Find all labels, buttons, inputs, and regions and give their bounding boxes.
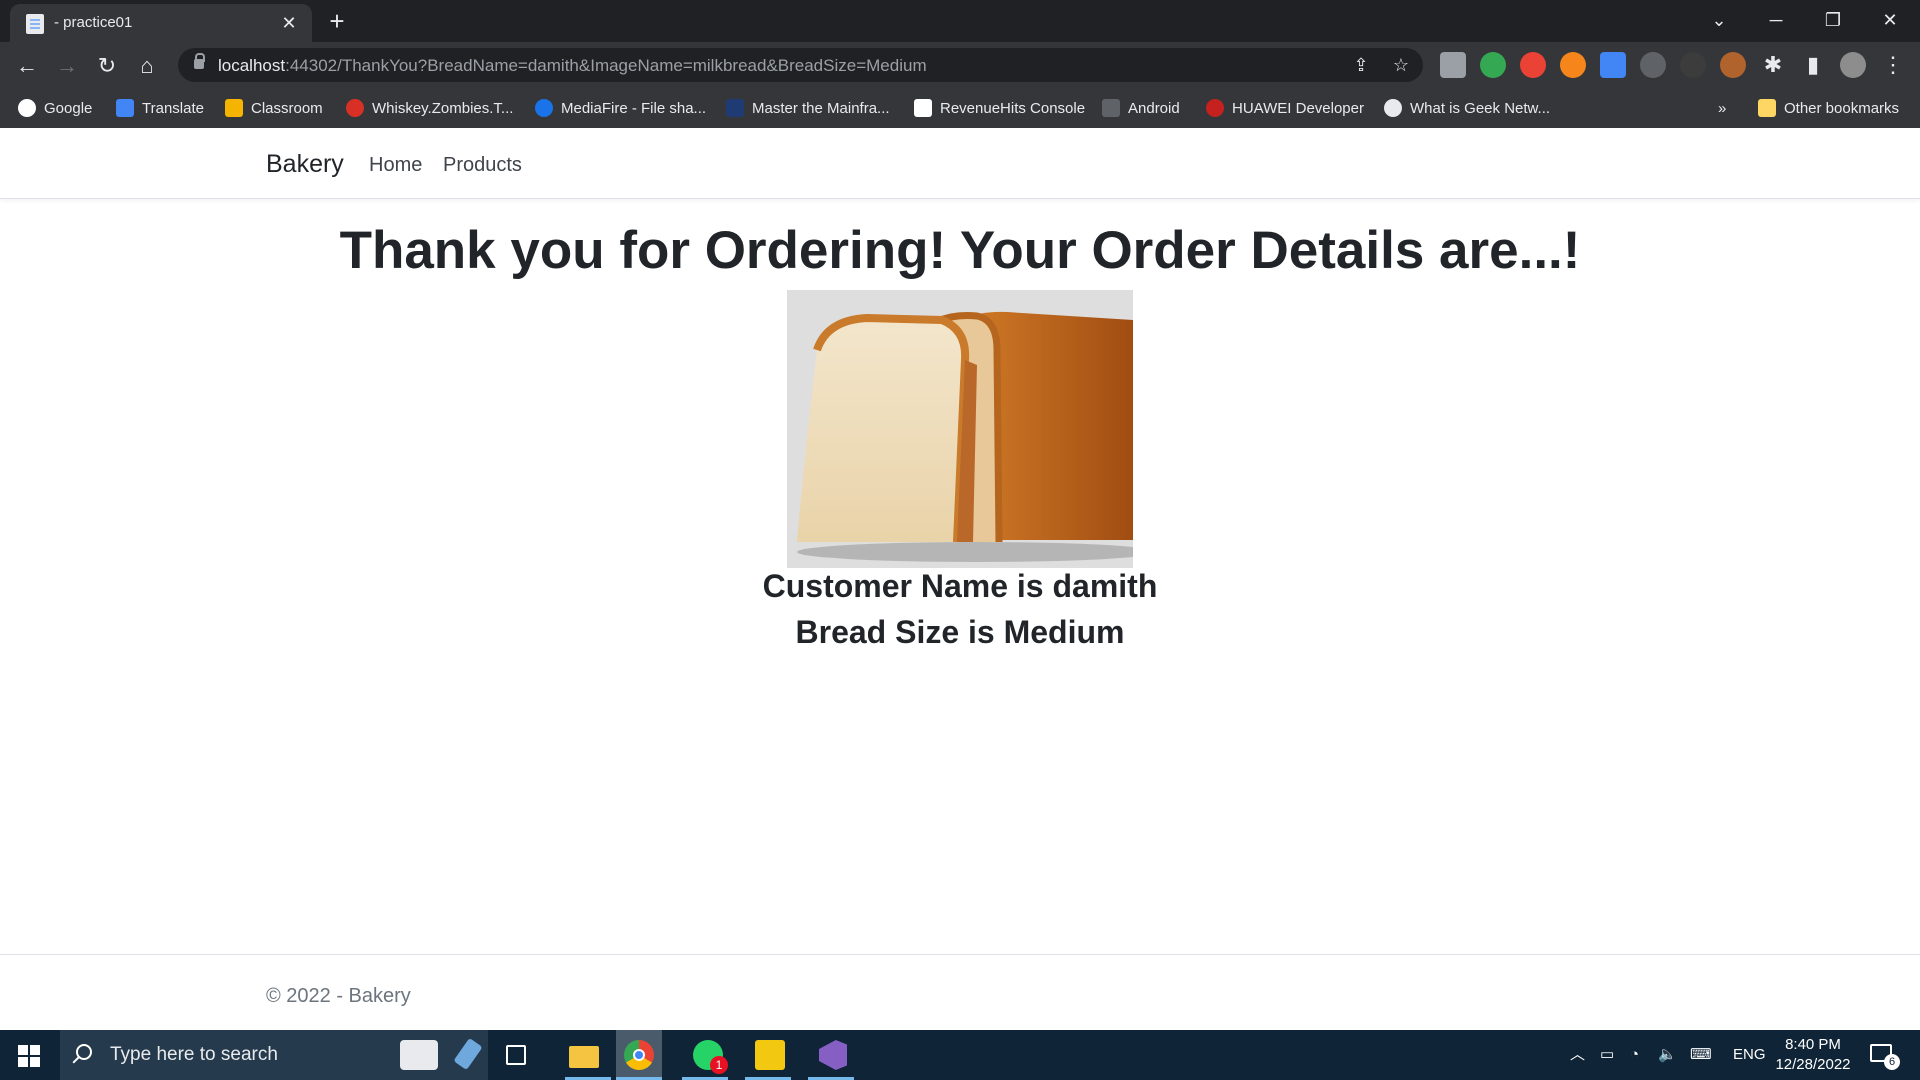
extension-icon[interactable] [1680,52,1706,78]
page-favicon-icon [26,14,44,34]
volume-icon[interactable]: 🔈 [1658,1030,1677,1080]
url-text[interactable]: localhost:44302/ThankYou?BreadName=damit… [218,56,927,76]
tab-close-icon[interactable]: ✕ [276,10,302,36]
clock-date: 12/28/2022 [1775,1056,1851,1073]
reload-icon[interactable]: ↻ [91,50,123,82]
tab-search-icon[interactable]: ⌄ [1691,0,1747,40]
milk-bread-illustration [787,290,1133,568]
nav-link-products[interactable]: Products [443,154,522,177]
bread-size-text: Bread Size is Medium [795,614,1125,650]
more-bookmarks-button[interactable]: » [1718,98,1726,120]
back-icon[interactable]: ← [11,50,43,82]
close-window-button[interactable]: ✕ [1862,0,1918,40]
extension-icon[interactable] [1520,52,1546,78]
bookmark-item[interactable]: What is Geek Netw... [1384,98,1550,120]
windows-taskbar: Type here to search 1 ︿ ▭ ◔ 🔈 ⌨ ENG 8:40… [0,1030,1920,1080]
file-explorer-icon[interactable] [566,1038,602,1072]
windows-start-icon[interactable] [18,1045,40,1067]
taskbar-clock[interactable]: 8:40 PM 12/28/2022 [1766,1035,1860,1075]
share-icon[interactable]: ⇪ [1348,52,1374,78]
restore-button[interactable]: ❐ [1805,0,1861,40]
copyright-text: © 2022 - Bakery [266,985,411,1007]
home-icon[interactable]: ⌂ [131,50,163,82]
language-indicator[interactable]: ENG [1733,1030,1766,1080]
chrome-taskbar-button[interactable] [616,1030,662,1080]
bookmark-item[interactable]: Google [18,98,92,120]
new-tab-button[interactable]: + [322,6,352,36]
bookmark-item[interactable]: Classroom [225,98,323,120]
extension-icon[interactable] [1480,52,1506,78]
bookmark-item[interactable]: Whiskey.Zombies.T... [346,98,513,120]
bookmark-item[interactable]: MediaFire - File sha... [535,98,706,120]
search-icon [76,1044,92,1060]
taskbar-search-box[interactable]: Type here to search [60,1030,488,1080]
navbar-brand[interactable]: Bakery [266,150,344,179]
browser-tab[interactable]: - practice01 ✕ [10,4,312,42]
whatsapp-icon[interactable]: 1 [690,1038,728,1074]
keyboard-icon[interactable]: ⌨ [1690,1030,1712,1080]
bookmark-item[interactable]: Translate [116,98,204,120]
profile-avatar[interactable] [1840,52,1866,78]
browser-toolbar: ← → ↻ ⌂ localhost:44302/ThankYou?BreadNa… [0,42,1920,88]
whatsapp-badge: 1 [710,1056,728,1074]
tab-strip: - practice01 ✕ + ⌄ ─ ❐ ✕ [0,0,1920,42]
forward-icon[interactable]: → [51,50,83,82]
minimize-button[interactable]: ─ [1748,0,1804,40]
battery-icon[interactable]: ▭ [1600,1030,1614,1080]
extension-icon[interactable] [1440,52,1466,78]
search-highlight-icon [400,1040,438,1070]
wifi-icon[interactable]: ◔ [1630,1030,1639,1080]
bookmark-item[interactable]: RevenueHits Console [914,98,1085,120]
extension-icon[interactable] [1600,52,1626,78]
power-bi-icon[interactable] [752,1038,788,1072]
extension-icon[interactable] [1640,52,1666,78]
menu-icon[interactable]: ⋮ [1877,49,1909,81]
customer-name-text: Customer Name is damith [762,568,1158,604]
site-navbar: Bakery Home Products [0,128,1920,199]
browser-chrome: - practice01 ✕ + ⌄ ─ ❐ ✕ ← → ↻ ⌂ localho… [0,0,1920,128]
bread-image [787,290,1133,568]
bookmark-item[interactable]: Master the Mainfra... [726,98,890,120]
side-panel-icon[interactable]: ▮ [1797,49,1829,81]
extension-icon[interactable] [1560,52,1586,78]
site-footer: © 2022 - Bakery [0,954,1920,1030]
visual-studio-icon[interactable] [814,1038,850,1072]
search-placeholder: Type here to search [110,1044,278,1065]
lock-icon[interactable] [194,53,205,69]
notification-count: 6 [1884,1054,1900,1070]
address-bar[interactable]: localhost:44302/ThankYou?BreadName=damit… [178,48,1423,82]
other-bookmarks-folder[interactable]: Other bookmarks [1758,98,1899,120]
extension-icon[interactable] [1720,52,1746,78]
search-highlight-icon [453,1037,483,1071]
extensions-puzzle-icon[interactable]: ✱ [1757,49,1789,81]
bookmark-star-icon[interactable]: ☆ [1388,52,1414,78]
clock-time: 8:40 PM [1785,1036,1841,1053]
task-view-icon[interactable] [506,1045,526,1065]
show-hidden-icons[interactable]: ︿ [1570,1030,1585,1080]
nav-link-home[interactable]: Home [369,154,422,177]
bookmarks-bar: Google Translate Classroom Whiskey.Zombi… [0,88,1920,128]
notifications-icon[interactable]: 6 [1870,1030,1900,1080]
tab-title: - practice01 [54,14,133,31]
bookmark-item[interactable]: Android [1102,98,1180,120]
bookmark-item[interactable]: HUAWEI Developer [1206,98,1364,120]
page-title: Thank you for Ordering! Your Order Detai… [339,221,1581,280]
